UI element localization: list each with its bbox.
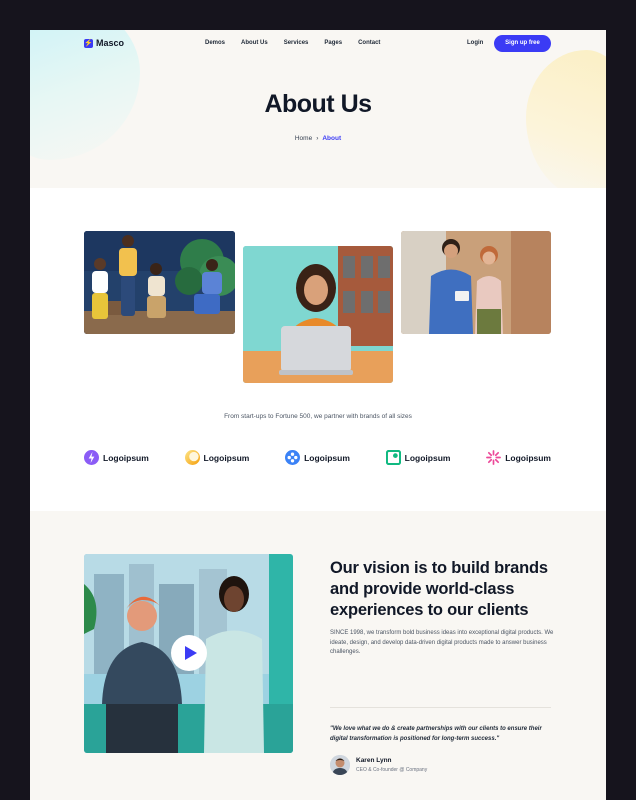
logo-mark-icon: ⚡ — [84, 38, 93, 48]
breadcrumb-home[interactable]: Home — [295, 135, 312, 142]
page-title: About Us — [264, 90, 372, 118]
logo-text: Masco — [96, 38, 125, 48]
logo[interactable]: ⚡ Masco — [84, 38, 124, 48]
vision-description: SINCE 1998, we transform bold business i… — [330, 630, 554, 655]
breadcrumb: Home › About — [30, 135, 606, 142]
brand-logo-1: Logoipsum — [84, 450, 149, 465]
signup-button[interactable]: Sign up free — [494, 35, 551, 52]
brand-name: Logoipsum — [203, 452, 250, 463]
avatar — [330, 755, 350, 775]
diamond-dots-icon — [285, 450, 301, 465]
vision-section: Our vision is to build brands and provid… — [30, 511, 606, 800]
partners-tagline: From start-ups to Fortune 500, we partne… — [224, 413, 412, 420]
team-video-thumbnail[interactable] — [84, 554, 293, 753]
bolt-badge-icon — [84, 450, 99, 465]
circle-gradient-icon — [184, 450, 200, 465]
square-loop-icon — [385, 450, 401, 465]
decorative-blob-right — [526, 50, 606, 188]
team-meeting-photo — [84, 231, 235, 334]
vision-heading: Our vision is to build brands and provid… — [330, 559, 548, 619]
hero-section: ⚡ Masco Demos About Us Services Pages Co… — [30, 30, 606, 188]
play-button[interactable] — [171, 635, 207, 671]
brand-name: Logoipsum — [505, 452, 551, 463]
brand-logos: Logoipsum Logoipsum Logoipsum Logoipsum — [84, 450, 551, 465]
author-role: CEO & Co-founder @ Company — [356, 767, 428, 773]
breadcrumb-separator: › — [316, 135, 319, 142]
author-name: Karen Lynn — [356, 757, 392, 764]
nav-item-demos[interactable]: Demos — [205, 40, 225, 46]
woman-laptop-photo — [243, 246, 393, 383]
main-menu: Demos About Us Services Pages Contact — [205, 40, 380, 46]
divider — [330, 707, 551, 708]
play-icon — [185, 646, 197, 660]
nav-item-pages[interactable]: Pages — [324, 40, 342, 46]
nav-item-services[interactable]: Services — [284, 40, 309, 46]
testimonial-quote: "We love what we do & create partnership… — [330, 726, 542, 742]
brand-name: Logoipsum — [404, 452, 451, 463]
sunburst-icon — [486, 450, 502, 465]
login-link[interactable]: Login — [467, 40, 483, 46]
brand-logo-3: Logoipsum — [285, 450, 350, 465]
nav-item-about-us[interactable]: About Us — [241, 40, 268, 46]
page: ⚡ Masco Demos About Us Services Pages Co… — [30, 30, 606, 800]
brand-logo-2: Logoipsum — [184, 450, 250, 465]
brand-name: Logoipsum — [103, 452, 149, 463]
nav-item-contact[interactable]: Contact — [358, 40, 380, 46]
breadcrumb-current: About — [322, 135, 342, 142]
colleagues-tablet-photo — [401, 231, 551, 334]
brand-logo-5: Logoipsum — [486, 450, 551, 465]
top-navigation: ⚡ Masco Demos About Us Services Pages Co… — [30, 30, 606, 60]
testimonial-author: Karen Lynn CEO & Co-founder @ Company — [330, 755, 427, 775]
brand-name: Logoipsum — [304, 452, 350, 463]
brand-logo-4: Logoipsum — [385, 450, 451, 465]
